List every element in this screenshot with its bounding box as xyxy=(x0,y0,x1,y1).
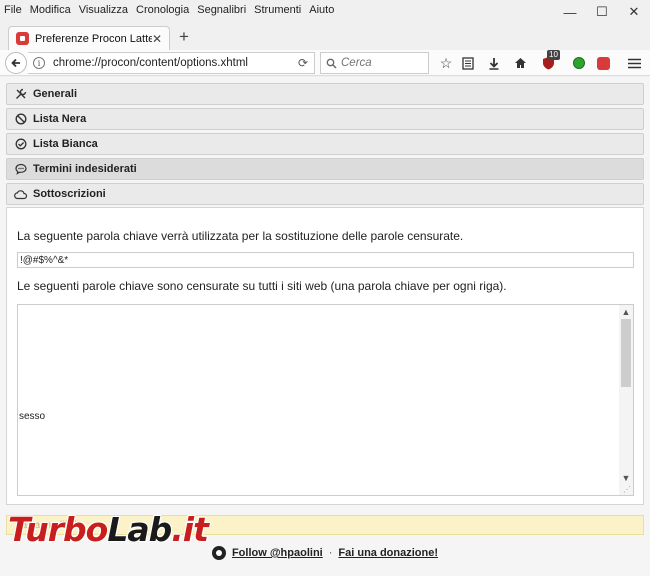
bookmark-star-icon[interactable]: ☆ xyxy=(436,53,456,73)
accordion-label: Sottoscrizioni xyxy=(33,188,106,200)
search-icon xyxy=(326,58,337,68)
wrench-icon xyxy=(14,88,27,101)
terms-panel: La seguente parola chiave verrà utilizza… xyxy=(6,207,644,505)
menu-aiuto[interactable]: Aiuto xyxy=(309,4,334,16)
menu-file[interactable]: File xyxy=(4,4,22,16)
follow-link[interactable]: Follow @hpaolini xyxy=(232,547,323,559)
maximize-button[interactable]: ☐ xyxy=(586,0,618,24)
tab-preferenze[interactable]: Preferenze Procon Latte ✕ xyxy=(8,26,170,50)
donate-link[interactable]: Fai una donazione! xyxy=(338,547,438,559)
new-tab-button[interactable]: + xyxy=(175,27,193,47)
footer-separator: · xyxy=(328,547,333,559)
accordion-lista-nera[interactable]: Lista Nera xyxy=(6,108,644,130)
scroll-up-icon[interactable]: ▲ xyxy=(619,307,633,317)
menu-bar: File Modifica Visualizza Cronologia Segn… xyxy=(0,0,650,20)
speech-bubble-icon xyxy=(14,163,27,176)
menu-cronologia[interactable]: Cronologia xyxy=(136,4,189,16)
menu-strumenti[interactable]: Strumenti xyxy=(254,4,301,16)
url-text[interactable]: chrome://procon/content/options.xhtml xyxy=(53,57,298,69)
textarea-scrollbar[interactable]: ▲ ▼ ⋰ xyxy=(619,305,633,495)
accordion-termini-indesiderati[interactable]: Termini indesiderati xyxy=(6,158,644,180)
window-controls: — ☐ ✕ xyxy=(554,0,650,24)
censored-word: sesso xyxy=(19,411,46,422)
accordion-generali[interactable]: Generali xyxy=(6,83,644,105)
check-circle-icon xyxy=(14,138,27,151)
scroll-down-icon[interactable]: ▼ xyxy=(619,473,633,483)
accordion-label: Lista Bianca xyxy=(33,138,98,150)
replace-description: La seguente parola chiave verrà utilizza… xyxy=(17,229,464,243)
hamburger-menu-icon[interactable] xyxy=(624,53,644,73)
back-button[interactable] xyxy=(5,52,27,74)
cloud-icon xyxy=(14,188,27,201)
accordion-label: Termini indesiderati xyxy=(33,163,137,175)
menu-visualizza[interactable]: Visualizza xyxy=(79,4,128,16)
ublock-icon[interactable]: 10 xyxy=(538,50,560,73)
procon-favicon-icon xyxy=(16,32,29,45)
accordion-label: Generali xyxy=(33,88,78,100)
github-icon xyxy=(211,546,226,560)
ublock-badge: 10 xyxy=(547,50,560,60)
navigation-bar: i chrome://procon/content/options.xhtml … xyxy=(0,50,650,76)
options-page: Generali Lista Nera Lista Bianca Termini… xyxy=(0,77,650,576)
minimize-button[interactable]: — xyxy=(554,0,586,24)
arrow-left-icon xyxy=(11,58,20,68)
resize-grip-icon[interactable]: ⋰ xyxy=(623,485,631,494)
accordion-sottoscrizioni[interactable]: Sottoscrizioni xyxy=(6,183,644,205)
replacement-keyword-input[interactable]: !@#$%^&* xyxy=(17,252,634,268)
censored-words-textarea[interactable]: sesso ▲ ▼ ⋰ xyxy=(17,304,634,496)
search-input[interactable] xyxy=(341,57,421,69)
info-icon[interactable]: i xyxy=(33,57,45,69)
home-icon[interactable] xyxy=(510,53,530,73)
menu-segnalibri[interactable]: Segnalibri xyxy=(197,4,246,16)
search-bar[interactable] xyxy=(320,52,429,74)
reader-view-icon[interactable] xyxy=(458,53,478,73)
tab-close-icon[interactable]: ✕ xyxy=(152,32,162,46)
blocked-icon xyxy=(14,113,27,126)
scroll-thumb[interactable] xyxy=(621,319,631,387)
accordion-label: Lista Nera xyxy=(33,113,87,125)
tab-strip: Preferenze Procon Latte ✕ + xyxy=(0,24,650,50)
green-status-icon[interactable] xyxy=(569,53,589,73)
reload-icon[interactable]: ⟳ xyxy=(298,56,308,70)
tab-title: Preferenze Procon Latte xyxy=(35,32,152,45)
menu-modifica[interactable]: Modifica xyxy=(30,4,71,16)
turbolab-watermark: TurboLab.it xyxy=(8,510,209,549)
censor-description: Le seguenti parole chiave sono censurate… xyxy=(17,279,507,293)
accordion-lista-bianca[interactable]: Lista Bianca xyxy=(6,133,644,155)
procon-toolbar-icon[interactable] xyxy=(593,53,613,73)
download-icon[interactable] xyxy=(484,53,504,73)
close-window-button[interactable]: ✕ xyxy=(618,0,650,24)
url-bar[interactable]: i chrome://procon/content/options.xhtml … xyxy=(28,52,315,74)
